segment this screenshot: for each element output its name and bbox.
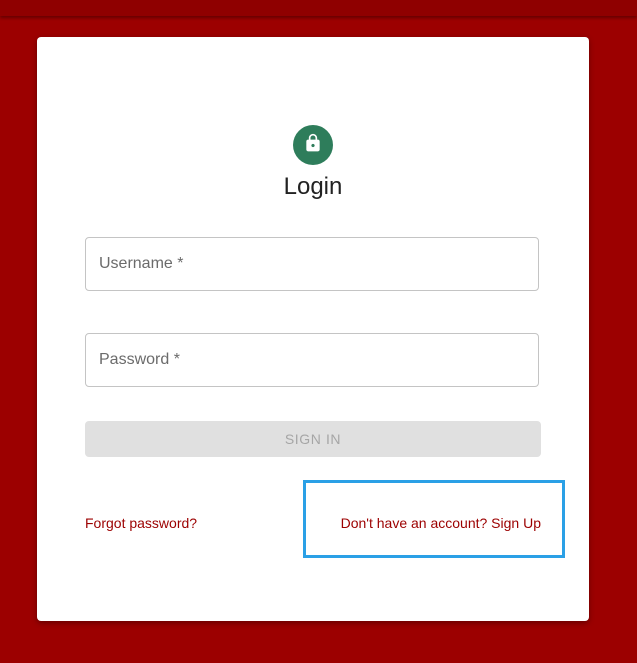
password-field[interactable] bbox=[85, 333, 539, 387]
top-app-bar bbox=[0, 0, 637, 16]
username-field[interactable] bbox=[85, 237, 539, 291]
avatar bbox=[293, 125, 333, 165]
sign-up-link[interactable]: Don't have an account? Sign Up bbox=[341, 515, 541, 531]
forgot-password-link[interactable]: Forgot password? bbox=[85, 515, 197, 531]
username-input[interactable] bbox=[86, 238, 538, 290]
sign-in-button[interactable]: SIGN IN bbox=[85, 421, 541, 457]
page-title: Login bbox=[283, 173, 343, 200]
lock-icon bbox=[303, 133, 323, 158]
login-card: Login SIGN IN Forgot password? Don't hav… bbox=[37, 37, 589, 621]
password-input[interactable] bbox=[86, 334, 538, 386]
